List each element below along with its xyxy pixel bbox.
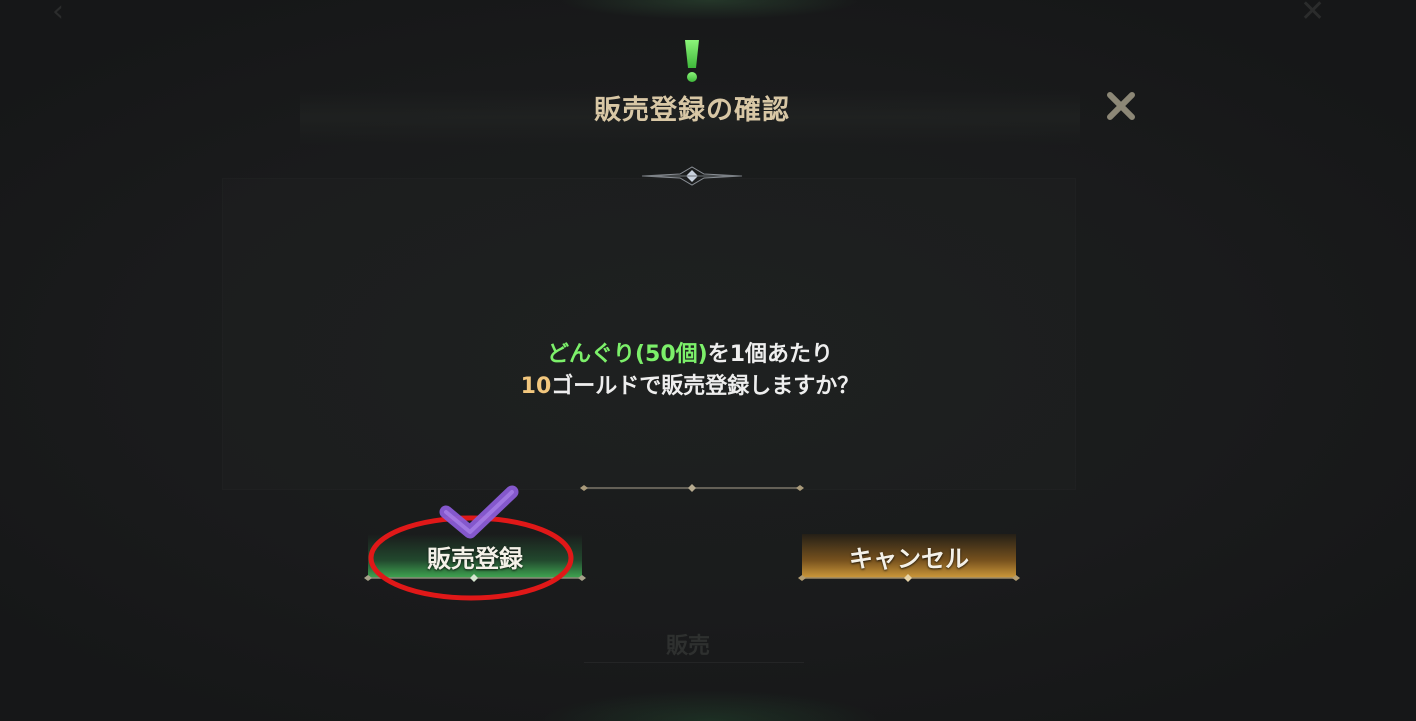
background-back-arrow-icon: ‹ — [52, 0, 64, 29]
confirmation-message: どんぐり(50個)を1個あたり 10ゴールドで販売登録しますか？ — [440, 339, 940, 403]
dialog-title: 販売登録の確認 — [594, 95, 790, 126]
register-sale-button-label: 販売登録 — [427, 544, 523, 573]
ornament-divider-middle — [580, 484, 804, 492]
background-panel — [222, 178, 1076, 490]
unit-price: 10 — [520, 374, 552, 399]
register-button-base-line — [364, 574, 586, 582]
background-bottom-glow — [540, 690, 880, 721]
background-top-glow — [560, 0, 860, 20]
background-sell-tab-underline — [584, 662, 804, 663]
background-close-icon: ✕ — [1300, 0, 1326, 29]
quantity-close-paren: ) — [697, 342, 708, 367]
close-icon[interactable] — [1103, 88, 1139, 124]
background-sell-tab: 販売 — [666, 634, 711, 659]
quantity-open-paren: ( — [634, 342, 646, 367]
message-line-2-suffix: ゴールドで販売登録しますか？ — [551, 374, 860, 399]
cancel-button-label: キャンセル — [849, 544, 969, 573]
item-quantity: 50個 — [645, 342, 698, 367]
message-line-1-suffix: を1個あたり — [707, 342, 834, 367]
ornament-divider-top — [641, 166, 743, 186]
cancel-button-base-line — [798, 574, 1020, 582]
message-line-1: どんぐり(50個)を1個あたり — [440, 339, 940, 371]
item-name: どんぐり — [546, 342, 635, 367]
exclamation-icon — [685, 40, 699, 82]
message-line-2: 10ゴールドで販売登録しますか？ — [440, 371, 940, 403]
